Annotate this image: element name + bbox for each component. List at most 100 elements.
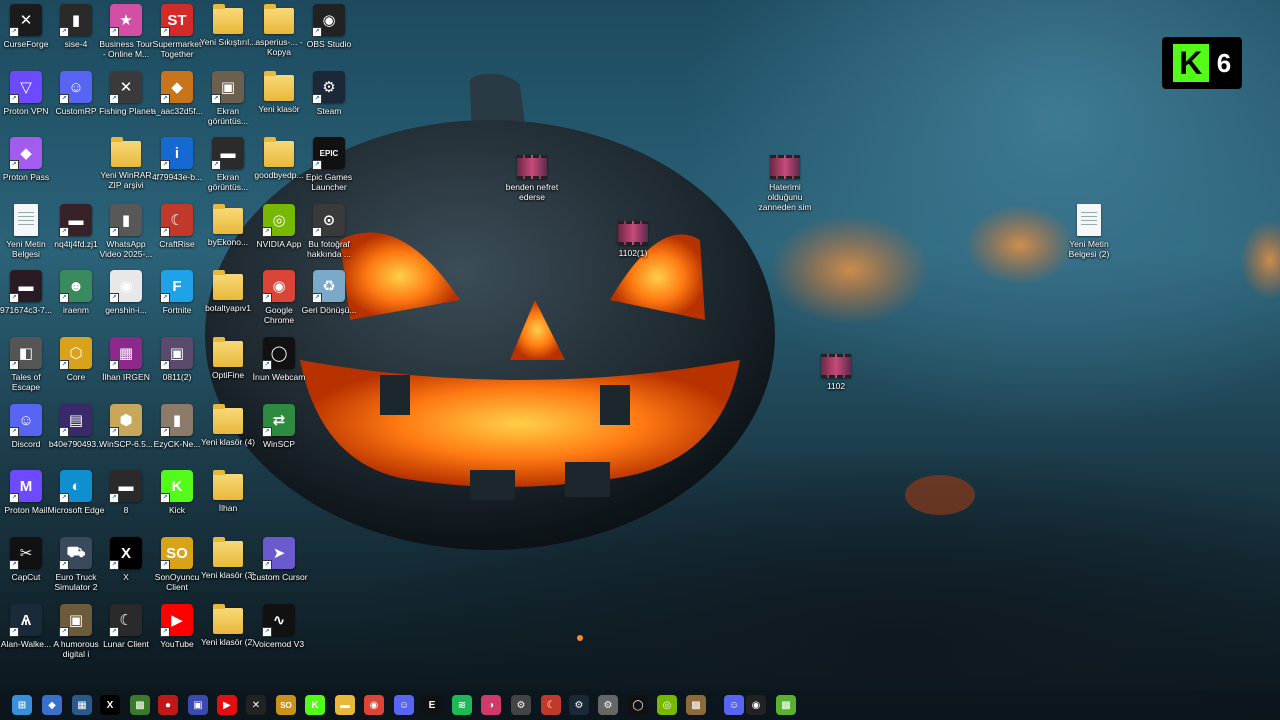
taskbar-record-icon[interactable]: ● — [158, 695, 178, 715]
desktop-icon-steam[interactable]: ⚙ ↗ Steam — [303, 71, 355, 137]
desktop-icon-yeni-klas-r-2[interactable]: Yeni klasör (2) — [201, 604, 255, 670]
desktop-icon-botaltyap-v1[interactable]: botaltyapıv1 — [202, 270, 254, 336]
desktop-icon-b40e790493[interactable]: ▤ ↗ b40e790493... — [49, 404, 103, 470]
desktop-icon-1102-1[interactable]: 1102(1) — [607, 214, 659, 280]
desktop-icon-nq4tj4fd-zj1[interactable]: ▬ ↗ nq4tj4fd.zj1 — [50, 204, 102, 270]
desktop-icon-epic-games-launcher[interactable]: EPIC ↗ Epic Games Launcher — [303, 137, 355, 203]
desktop-icon-winscp[interactable]: ⇄ ↗ WinSCP — [253, 404, 305, 470]
desktop-icon-yeni-klas-r-3[interactable]: Yeni klasör (3) — [201, 537, 255, 603]
desktop-icon-4f79943e-b[interactable]: i ↗ 4f79943e-b... — [151, 137, 203, 203]
desktop-icon-tales-of-escape[interactable]: ◧ ↗ Tales of Escape — [0, 337, 52, 403]
desktop-icon-yeni-winrar-zip-ar-ivi[interactable]: Yeni WinRAR ZIP arşivi — [100, 137, 152, 203]
desktop-icon-winscp-6-5[interactable]: ⬢ ↗ WinSCP-6.5... — [99, 404, 153, 470]
desktop-icon-yeni-klas-r-4[interactable]: Yeni klasör (4) — [201, 404, 255, 470]
desktop-icon-curseforge[interactable]: ✕ ↗ CurseForge — [0, 4, 52, 70]
desktop-icon-lunar-client[interactable]: ☾ ↗ Lunar Client — [100, 604, 152, 670]
taskbar-settings-icon[interactable]: ⚙ — [511, 695, 531, 715]
desktop-icon-benden-nefret-ederse[interactable]: benden nefret ederse — [506, 148, 558, 214]
desktop-icon-craftrise[interactable]: ☾ ↗ CraftRise — [151, 204, 203, 270]
desktop-icon-byekono[interactable]: byEkono... — [202, 204, 254, 270]
taskbar-mc-block-icon[interactable]: ▩ — [686, 695, 706, 715]
desktop-icon-customrp[interactable]: ☺ ↗ CustomRP — [50, 71, 102, 137]
taskbar-obs-icon[interactable]: ◉ — [746, 695, 766, 715]
desktop-icon-microsoft-edge[interactable]: ◐ ↗ Microsoft Edge — [48, 470, 104, 536]
taskbar-craftrise-icon[interactable]: ☾ — [541, 695, 561, 715]
taskbar-mc-grass-icon[interactable]: ▩ — [776, 695, 796, 715]
desktop-icon-voicemod-v3[interactable]: ∿ ↗ Voicemod V3 — [253, 604, 305, 670]
desktop-icon-proton-vpn[interactable]: ▽ ↗ Proton VPN — [0, 71, 52, 137]
desktop-icon-1102[interactable]: 1102 — [810, 347, 862, 413]
taskbar-youtube-icon[interactable]: ▶ — [217, 695, 237, 715]
taskbar-epic-icon[interactable]: E — [422, 695, 442, 715]
shortcut-arrow-icon: ↗ — [262, 627, 272, 637]
desktop-icon-yeni-klas-r[interactable]: Yeni klasör — [253, 71, 305, 137]
taskbar-sonoyuncu-icon[interactable]: SO — [276, 695, 296, 715]
desktop-icon-0811-2[interactable]: ▣ ↗ 0811(2) — [151, 337, 203, 403]
desktop-icon-core[interactable]: ⬡ ↗ Core — [50, 337, 102, 403]
desktop-icon-kick[interactable]: K ↗ Kick — [151, 470, 203, 536]
desktop-icon-business-tour-online-m[interactable]: ★ ↗ Business Tour - Online M... — [99, 4, 153, 70]
desktop-icon-i-lhan[interactable]: İlhan — [202, 470, 254, 536]
desktop-icon-label: 1102(1) — [618, 248, 648, 258]
taskbar-kick-icon[interactable]: K — [305, 695, 325, 715]
desktop-icon-iraenm[interactable]: ☻ ↗ iraenm — [50, 270, 102, 336]
desktop-icon-custom-cursor[interactable]: ➤ ↗ Custom Cursor — [250, 537, 308, 603]
desktop-icon-ezyck-ne[interactable]: ▮ ↗ EzyCK-Ne... — [151, 404, 203, 470]
desktop-icon-youtube[interactable]: ▶ ↗ YouTube — [151, 604, 203, 670]
desktop-icon-fortnite[interactable]: F ↗ Fortnite — [151, 270, 203, 336]
desktop-icon-8[interactable]: ▬ ↗ 8 — [100, 470, 152, 536]
desktop-icon-nvidia-app[interactable]: ◎ ↗ NVIDIA App — [253, 204, 305, 270]
taskbar-x-icon[interactable]: X — [100, 695, 120, 715]
desktop-icon-yeni-s-k-t-r-l[interactable]: Yeni Sıkıştırıl... — [200, 4, 256, 70]
desktop-icon-fishing-planet[interactable]: ✕ ↗ Fishing Planet — [99, 71, 153, 137]
desktop-icon-genshin-i[interactable]: ◉ ↗ genshin-i... — [100, 270, 152, 336]
desktop-icon-a-humorous-digital-i[interactable]: ▣ ↗ A humorous digital i — [50, 604, 102, 670]
taskbar-start-icon[interactable]: ⊞ — [12, 695, 32, 715]
taskbar-nvidia-icon[interactable]: ◎ — [657, 695, 677, 715]
desktop-icon-obs-studio[interactable]: ◉ ↗ OBS Studio — [303, 4, 355, 70]
desktop-icon-yeni-metin-belgesi-2[interactable]: Yeni Metin Belgesi (2) — [1063, 204, 1115, 270]
desktop-icon-proton-pass[interactable]: ◆ ↗ Proton Pass — [0, 137, 52, 203]
desktop-icon-yeni-metin-belgesi[interactable]: Yeni Metin Belgesi — [0, 204, 52, 270]
taskbar-spotify-icon[interactable]: ≋ — [452, 695, 472, 715]
desktop-icon-geri-d-n[interactable]: ♻ ↗ Geri Dönüşü... — [302, 270, 356, 336]
folder-icon — [213, 4, 243, 34]
video-icon — [618, 221, 648, 245]
desktop-icon-supermarket-together[interactable]: ST ↗ Supermarket Together — [151, 4, 203, 70]
desktop-icon-google-chrome[interactable]: ◉ ↗ Google Chrome — [253, 270, 305, 336]
taskbar-chrome-icon[interactable]: ◉ — [364, 695, 384, 715]
desktop-icon-ekran-g-r-nt-s[interactable]: ▣ ↗ Ekran görüntüs... — [202, 71, 254, 137]
taskbar-photos-icon[interactable]: ▣ — [188, 695, 208, 715]
desktop-icon-capcut[interactable]: ✂ ↗ CapCut — [0, 537, 52, 603]
desktop-icon-bu-foto-raf-hakk-nda[interactable]: ⊙ ↗ Bu fotoğraf hakkında ... — [303, 204, 355, 270]
desktop-icon-sise-4[interactable]: ▮ ↗ sise-4 — [50, 4, 102, 70]
desktop-icon-i-r-un-webcam[interactable]: ◯ ↗ İrıun Webcam — [253, 337, 305, 403]
taskbar-explorer-icon[interactable]: ▬ — [335, 695, 355, 715]
desktop-icon-971674c3-7[interactable]: ▬ ↗ 971674c3-7... — [0, 270, 52, 336]
desktop-icon-haterimi-oldu-unu-zanneden-sim[interactable]: Haterimi olduğunu zanneden sim — [759, 148, 811, 214]
desktop-icon-a-aac32d5f[interactable]: ◆ ↗ a_aac32d5f... — [151, 71, 203, 137]
desktop-icon-proton-mail[interactable]: M ↗ Proton Mail — [0, 470, 52, 536]
desktop-icon-sonoyuncu-client[interactable]: SO ↗ SonOyuncu Client — [151, 537, 203, 603]
taskbar-discord-dev-icon[interactable]: ☺ — [394, 695, 414, 715]
desktop-icon-optifine[interactable]: OptiFine — [202, 337, 254, 403]
taskbar-copilot-icon[interactable]: ◆ — [42, 695, 62, 715]
taskbar-curseforge-icon[interactable]: ✕ — [246, 695, 266, 715]
desktop-icon-i-lhan-irgen[interactable]: ▦ ↗ İlhan IRGEN — [100, 337, 152, 403]
taskbar-network-icon[interactable]: ⚙ — [598, 695, 618, 715]
desktop-icon-euro-truck-simulator-2[interactable]: ⛟ ↗ Euro Truck Simulator 2 — [50, 537, 102, 603]
desktop-icon-ekran-g-r-nt-s[interactable]: ▬ ↗ Ekran görüntüs... — [202, 137, 254, 203]
taskbar-minecraft-icon[interactable]: ▩ — [130, 695, 150, 715]
desktop-icon-asperius-kopya[interactable]: asperius-... - Kopya — [253, 4, 305, 70]
taskbar-discord-icon[interactable]: ☺ — [724, 695, 744, 715]
taskbar-colorpicker-icon[interactable]: ◑ — [481, 695, 501, 715]
taskbar-iriun-icon[interactable]: ◯ — [628, 695, 648, 715]
desktop-icon-alan-walke[interactable]: Ѧ ↗ Alan-Walke... — [0, 604, 52, 670]
taskbar-steam-icon[interactable]: ⚙ — [569, 695, 589, 715]
taskbar-store-icon[interactable]: ▦ — [72, 695, 92, 715]
desktop-icon-goodbyedp[interactable]: goodbyedp... — [253, 137, 305, 203]
app-icon: ST ↗ — [160, 4, 193, 37]
desktop-icon-x[interactable]: X ↗ X — [100, 537, 152, 603]
desktop-icon-discord[interactable]: ☺ ↗ Discord — [0, 404, 52, 470]
desktop-icon-whatsapp-video-2025[interactable]: ▮ ↗ WhatsApp Video 2025-... — [100, 204, 152, 270]
